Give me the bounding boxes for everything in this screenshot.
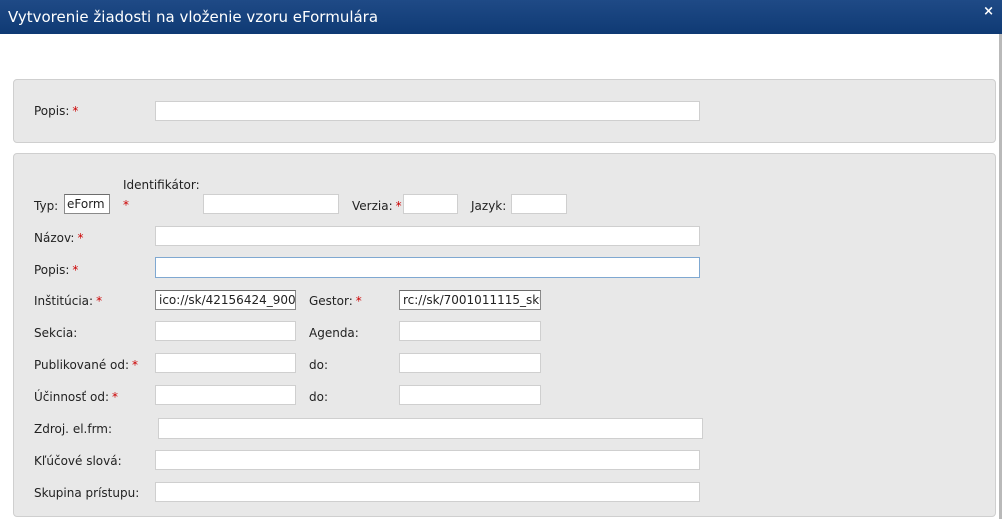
form-details-panel: Typ: eForm Identifikátor: * Verzia: * Jaz…	[13, 153, 996, 517]
typ-label: Typ:	[34, 199, 59, 213]
skupina-label: Skupina prístupu:	[34, 486, 140, 500]
identifikator-required-mark: *	[123, 198, 129, 212]
publikovane-do-label: do:	[309, 358, 329, 372]
klucove-slova-label: Kľúčové slová:	[34, 454, 122, 468]
description-panel: Popis: *	[13, 79, 996, 143]
sekcia-input[interactable]	[155, 321, 296, 341]
jazyk-label: Jazyk:	[471, 199, 507, 213]
zdroj-label: Zdroj. el.frm:	[34, 422, 113, 436]
required-mark: *	[112, 390, 119, 404]
required-mark: *	[395, 199, 402, 213]
popis2-input[interactable]	[155, 257, 700, 278]
gestor-input[interactable]: rc://sk/7001011115_sku	[399, 290, 541, 310]
required-mark: *	[72, 104, 79, 118]
dialog-titlebar: Vytvorenie žiadosti na vloženie vzoru eF…	[0, 0, 1002, 34]
required-mark: *	[96, 294, 103, 308]
identifikator-label: Identifikátor:	[123, 178, 200, 192]
publikovane-od-input[interactable]	[155, 353, 296, 373]
sekcia-label: Sekcia:	[34, 326, 78, 340]
verzia-label: Verzia: *	[352, 199, 402, 213]
gestor-label: Gestor: *	[309, 294, 362, 308]
dialog-title: Vytvorenie žiadosti na vloženie vzoru eF…	[8, 8, 379, 26]
ucinnost-od-input[interactable]	[155, 385, 296, 405]
popis2-label: Popis: *	[34, 263, 79, 277]
required-mark: *	[72, 263, 79, 277]
popis-input[interactable]	[155, 101, 700, 121]
ucinnost-do-input[interactable]	[399, 385, 541, 405]
required-mark: *	[132, 358, 139, 372]
required-mark: *	[77, 231, 84, 245]
nazov-input[interactable]	[155, 226, 700, 246]
typ-input[interactable]: eForm	[64, 194, 110, 214]
close-icon[interactable]: ×	[983, 4, 994, 19]
popis-label: Popis: *	[34, 104, 79, 118]
jazyk-input[interactable]	[511, 194, 567, 214]
verzia-input[interactable]	[403, 194, 458, 214]
required-mark: *	[355, 294, 362, 308]
agenda-input[interactable]	[399, 321, 541, 341]
ucinnost-od-label: Účinnosť od: *	[34, 390, 119, 404]
zdroj-input[interactable]	[158, 418, 703, 439]
agenda-label: Agenda:	[309, 326, 359, 340]
klucove-slova-input[interactable]	[155, 450, 700, 470]
skupina-input[interactable]	[155, 482, 700, 502]
publikovane-od-label: Publikované od: *	[34, 358, 139, 372]
identifikator-input[interactable]	[203, 194, 339, 214]
publikovane-do-input[interactable]	[399, 353, 541, 373]
institucia-label: Inštitúcia: *	[34, 294, 103, 308]
ucinnost-do-label: do:	[309, 390, 329, 404]
nazov-label: Názov: *	[34, 231, 84, 245]
institucia-input[interactable]: ico://sk/42156424_9000	[155, 290, 296, 310]
